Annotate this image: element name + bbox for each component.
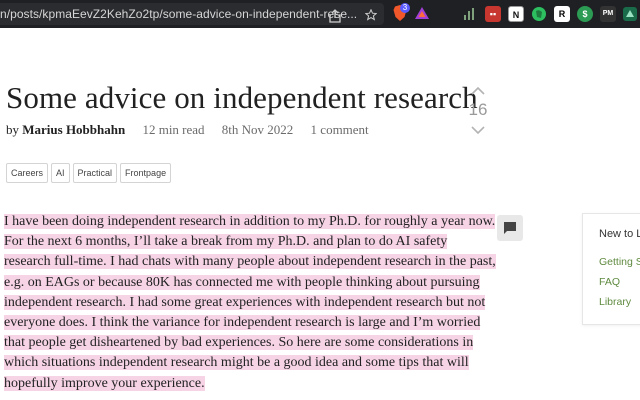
library-link[interactable]: Library	[599, 296, 631, 308]
red-extension-icon[interactable]: ▪▪	[485, 6, 501, 22]
address-bar[interactable]: n/posts/kpmaEevZ2KehZo2tp/some-advice-on…	[0, 3, 384, 25]
url-text: n/posts/kpmaEevZ2KehZo2tp/some-advice-on…	[0, 7, 358, 21]
faq-link[interactable]: FAQ	[599, 276, 620, 288]
post-byline: by Marius Hobbhahn 12 min read 8th Nov 2…	[6, 122, 369, 138]
browser-toolbar: n/posts/kpmaEevZ2KehZo2tp/some-advice-on…	[0, 0, 640, 28]
sidebox-title: New to L	[599, 228, 640, 240]
green-extension-icon[interactable]	[622, 6, 638, 22]
tag-frontpage[interactable]: Frontpage	[120, 163, 172, 183]
evernote-icon[interactable]	[531, 6, 547, 22]
bookmark-star-icon[interactable]	[365, 9, 377, 21]
comment-bubble-icon	[504, 222, 516, 234]
post-body: I have been doing independent research i…	[4, 212, 496, 394]
notion-icon[interactable]: N	[508, 6, 524, 22]
upvote-chevron-icon[interactable]	[470, 86, 486, 96]
byline-by: by	[6, 122, 19, 137]
brave-rewards-icon[interactable]	[414, 6, 430, 20]
tag-list: Careers AI Practical Frontpage	[6, 163, 172, 183]
read-time: 12 min read	[142, 122, 205, 137]
shields-count-badge: 3	[400, 3, 410, 13]
comment-count-link[interactable]: 1 comment	[311, 122, 369, 137]
tag-careers[interactable]: Careers	[6, 163, 49, 183]
dollar-icon[interactable]: $	[577, 6, 593, 22]
karma-score: 16	[468, 100, 488, 119]
tag-ai[interactable]: AI	[51, 163, 70, 183]
post-date[interactable]: 8th Nov 2022	[222, 122, 294, 137]
bar-chart-icon[interactable]	[462, 6, 478, 22]
pocket-icon[interactable]: PM	[600, 6, 616, 22]
getting-started-link[interactable]: Getting S	[599, 256, 640, 268]
downvote-chevron-icon[interactable]	[470, 125, 486, 135]
tag-practical[interactable]: Practical	[72, 163, 118, 183]
highlighted-paragraph: I have been doing independent research i…	[4, 214, 496, 391]
readwise-icon[interactable]: R	[554, 6, 570, 22]
new-to-site-box: New to L Getting S FAQ Library	[582, 213, 640, 325]
post-title: Some advice on independent research	[6, 80, 478, 115]
vote-widget: 16	[466, 86, 490, 135]
inline-comment-button[interactable]	[497, 215, 523, 241]
share-icon[interactable]	[328, 9, 342, 23]
author-link[interactable]: Marius Hobbhahn	[22, 122, 125, 137]
